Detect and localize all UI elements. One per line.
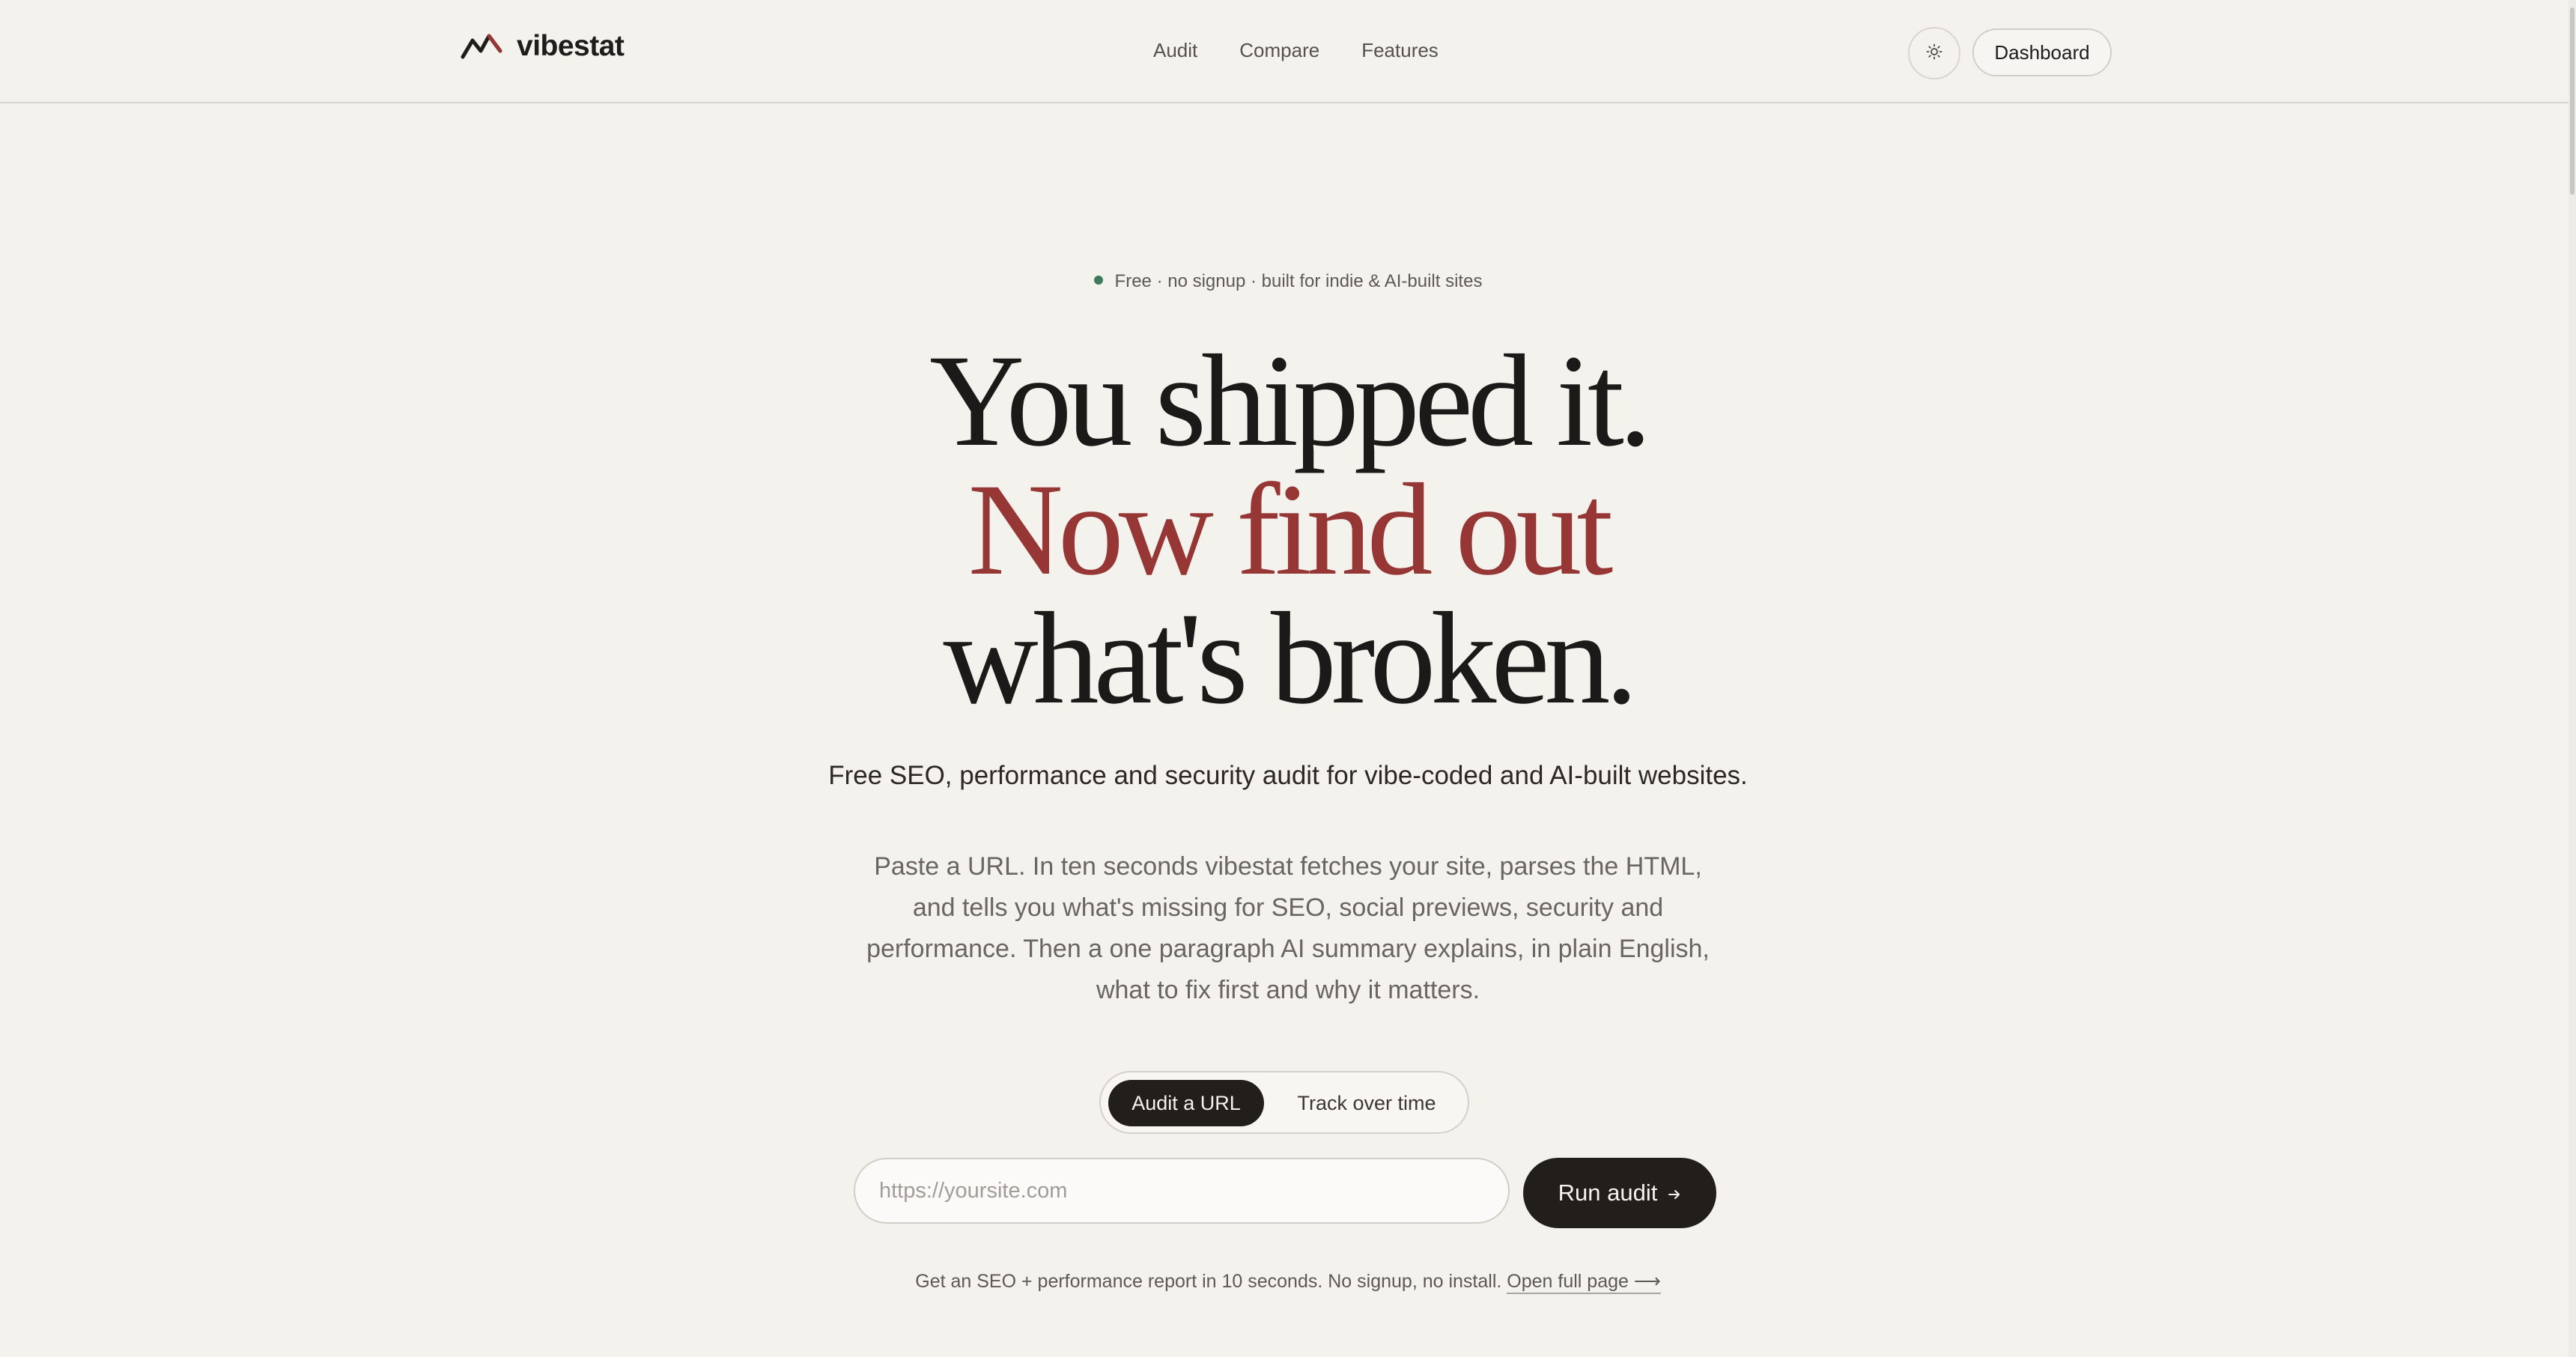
tab-track-over-time[interactable]: Track over time [1273, 1080, 1460, 1126]
run-audit-button[interactable]: Run audit [1523, 1158, 1716, 1228]
brand-name: vibestat [517, 30, 625, 62]
footnote-text: Get an SEO + performance report in 10 se… [915, 1271, 1502, 1292]
main-nav: Audit Compare Features [1153, 39, 1439, 62]
footnote: Get an SEO + performance report in 10 se… [0, 1270, 2576, 1294]
headline-line-2: Now find out [967, 457, 1614, 603]
page-scrollbar[interactable] [2569, 0, 2576, 1357]
nav-audit[interactable]: Audit [1153, 39, 1197, 62]
theme-toggle-button[interactable] [1908, 27, 1960, 79]
audit-mode-toggle: Audit a URL Track over time [1099, 1071, 1469, 1134]
mountain-logo-icon [460, 31, 503, 61]
open-full-page-link[interactable]: Open full page ⟶ [1507, 1271, 1661, 1294]
url-input[interactable] [854, 1158, 1510, 1224]
page: vibestat Audit Compare Features Dashboar… [0, 0, 2576, 1357]
nav-features[interactable]: Features [1361, 39, 1439, 62]
hero-tagline-text: Free · no signup · built for indie & AI-… [1114, 271, 1483, 291]
nav-compare[interactable]: Compare [1239, 39, 1319, 62]
scrollbar-thumb[interactable] [2570, 7, 2575, 195]
hero-description: Paste a URL. In ten seconds vibestat fet… [866, 852, 1710, 1004]
run-audit-label: Run audit [1558, 1180, 1658, 1206]
headline-line-1: You shipped it. [929, 328, 1652, 474]
top-header: vibestat Audit Compare Features Dashboar… [0, 0, 2576, 103]
sun-icon [1926, 43, 1942, 64]
hero-headline: You shipped it. Now find out what's brok… [0, 328, 2576, 732]
hero-tagline: Free · no signup · built for indie & AI-… [0, 271, 2576, 292]
arrow-right-icon [1668, 1180, 1681, 1206]
headline-line-3: what's broken. [943, 586, 1638, 732]
dashboard-button[interactable]: Dashboard [1972, 28, 2112, 76]
hero-subhead: Free SEO, performance and security audit… [828, 761, 1748, 790]
tab-audit-url[interactable]: Audit a URL [1108, 1080, 1264, 1126]
brand-link[interactable]: vibestat [460, 30, 625, 63]
status-dot-icon [1093, 275, 1103, 285]
